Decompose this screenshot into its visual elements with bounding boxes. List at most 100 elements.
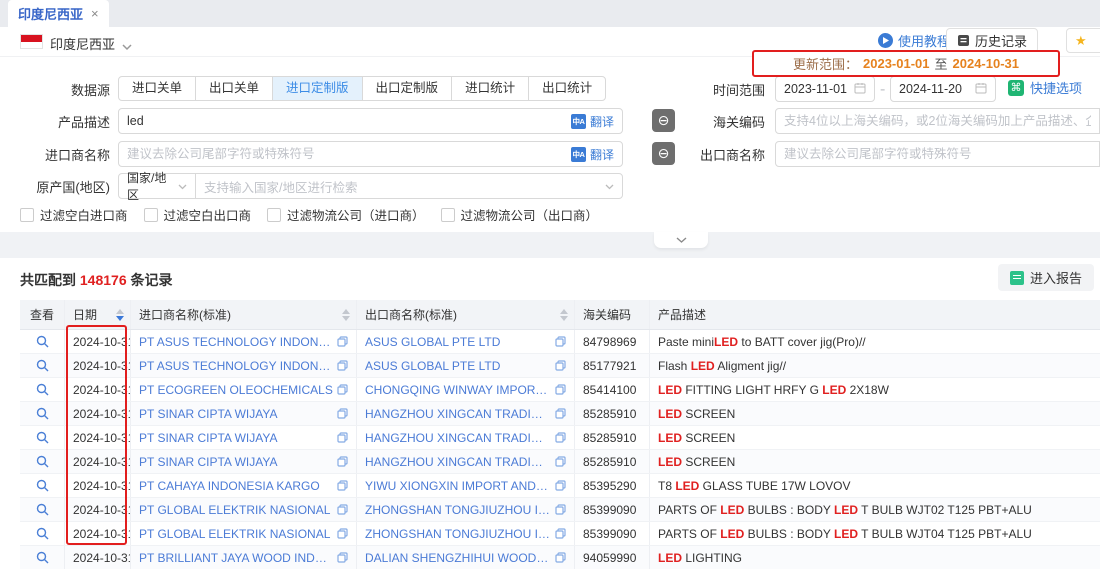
exporter-link[interactable]: DALIAN SHENGZHIHUI WOOD INDUST... bbox=[365, 551, 551, 565]
copy-icon[interactable] bbox=[555, 552, 566, 563]
sort-control[interactable] bbox=[116, 309, 124, 321]
table-row: 2024-10-31PT GLOBAL ELEKTRIK NASIONALZHO… bbox=[20, 498, 1100, 522]
exporter-link[interactable]: ASUS GLOBAL PTE LTD bbox=[365, 335, 551, 349]
copy-icon[interactable] bbox=[337, 456, 348, 467]
copy-icon[interactable] bbox=[555, 504, 566, 515]
view-record-button[interactable] bbox=[36, 455, 49, 468]
copy-icon[interactable] bbox=[337, 384, 348, 395]
copy-icon[interactable] bbox=[337, 504, 348, 515]
copy-icon[interactable] bbox=[555, 528, 566, 539]
close-icon[interactable]: × bbox=[91, 6, 99, 21]
col-header-exporter[interactable]: 出口商名称(标准) bbox=[357, 300, 575, 329]
importer-link[interactable]: PT SINAR CIPTA WIJAYA bbox=[139, 455, 333, 469]
exporter-link[interactable]: HANGZHOU XINGCAN TRADING CO LTD bbox=[365, 431, 551, 445]
checkbox-icon[interactable] bbox=[441, 208, 455, 222]
view-record-button[interactable] bbox=[36, 335, 49, 348]
tab-export-custom[interactable]: 出口定制版 bbox=[362, 76, 453, 101]
tutorial-link[interactable]: 使用教程 bbox=[878, 31, 950, 50]
view-record-button[interactable] bbox=[36, 431, 49, 444]
translate-button[interactable]: 中A 翻译 bbox=[571, 113, 614, 130]
importer-link[interactable]: PT GLOBAL ELEKTRIK NASIONAL bbox=[139, 527, 333, 541]
exporter-link[interactable]: HANGZHOU XINGCAN TRADING CO LTD bbox=[365, 455, 551, 469]
copy-icon[interactable] bbox=[337, 360, 348, 371]
origin-type-select[interactable]: 国家/地区 bbox=[118, 173, 196, 199]
checkbox-icon[interactable] bbox=[267, 208, 281, 222]
importer-link[interactable]: PT ASUS TECHNOLOGY INDONESIA BA... bbox=[139, 335, 333, 349]
copy-icon[interactable] bbox=[555, 408, 566, 419]
col-header-importer[interactable]: 进口商名称(标准) bbox=[131, 300, 357, 329]
copy-icon[interactable] bbox=[555, 360, 566, 371]
view-record-button[interactable] bbox=[36, 359, 49, 372]
checkbox-filter-logistics-exporter[interactable]: 过滤物流公司（出口商） bbox=[441, 205, 599, 224]
origin-select-value: 国家/地区 bbox=[127, 169, 178, 203]
table-row: 2024-10-31PT CAHAYA INDONESIA KARGOYIWU … bbox=[20, 474, 1100, 498]
checkbox-filter-blank-exporter[interactable]: 过滤空白出口商 bbox=[144, 205, 252, 224]
quick-options-link[interactable]: ⌘ 快捷选项 bbox=[1008, 78, 1082, 97]
exporter-link[interactable]: ASUS GLOBAL PTE LTD bbox=[365, 359, 551, 373]
copy-icon[interactable] bbox=[337, 480, 348, 491]
product-desc-value: led bbox=[127, 114, 144, 128]
tab-indonesia[interactable]: 印度尼西亚 × bbox=[8, 0, 109, 27]
view-record-button[interactable] bbox=[36, 503, 49, 516]
exporter-link[interactable]: ZHONGSHAN TONGJIUZHOU INTERNA... bbox=[365, 527, 551, 541]
view-record-button[interactable] bbox=[36, 479, 49, 492]
hscode-cell: 85285910 bbox=[575, 426, 650, 449]
tab-export-declaration[interactable]: 出口关单 bbox=[195, 76, 273, 101]
view-record-button[interactable] bbox=[36, 551, 49, 564]
history-button[interactable]: 历史记录 bbox=[946, 28, 1038, 53]
tab-import-custom[interactable]: 进口定制版 bbox=[272, 76, 363, 101]
chevron-down-icon[interactable] bbox=[122, 38, 132, 56]
checkbox-filter-logistics-importer[interactable]: 过滤物流公司（进口商） bbox=[267, 205, 425, 224]
copy-icon[interactable] bbox=[337, 528, 348, 539]
importer-input[interactable] bbox=[127, 147, 547, 161]
copy-icon[interactable] bbox=[555, 432, 566, 443]
copy-icon[interactable] bbox=[555, 480, 566, 491]
importer-link[interactable]: PT ECOGREEN OLEOCHEMICALS bbox=[139, 383, 333, 397]
tab-import-statistics[interactable]: 进口统计 bbox=[451, 76, 529, 101]
importer-input-wrap: 中A 翻译 bbox=[118, 141, 623, 167]
copy-icon[interactable] bbox=[555, 336, 566, 347]
date-from-input[interactable]: 2023-11-01 bbox=[775, 76, 875, 102]
view-cell bbox=[20, 402, 65, 425]
copy-icon[interactable] bbox=[337, 408, 348, 419]
favorite-button[interactable]: ★ bbox=[1066, 28, 1100, 53]
exporter-link[interactable]: ZHONGSHAN TONGJIUZHOU INTERNA... bbox=[365, 503, 551, 517]
exporter-link[interactable]: CHONGQING WINWAY IMPORT AND E... bbox=[365, 383, 551, 397]
exporter-link[interactable]: YIWU XIONGXIN IMPORT AND EXPORT... bbox=[365, 479, 551, 493]
view-record-button[interactable] bbox=[36, 527, 49, 540]
hscode-cell: 94059990 bbox=[575, 546, 650, 569]
collapse-form-handle[interactable] bbox=[654, 232, 708, 248]
checkbox-icon[interactable] bbox=[144, 208, 158, 222]
importer-link[interactable]: PT SINAR CIPTA WIJAYA bbox=[139, 407, 333, 421]
translate-button[interactable]: 中A 翻译 bbox=[571, 146, 614, 163]
copy-icon[interactable] bbox=[555, 456, 566, 467]
sort-control[interactable] bbox=[560, 309, 568, 321]
copy-icon[interactable] bbox=[337, 552, 348, 563]
origin-country-label: 原产国(地区) bbox=[10, 177, 110, 196]
view-record-button[interactable] bbox=[36, 383, 49, 396]
col-header-date[interactable]: 日期 bbox=[65, 300, 131, 329]
copy-icon[interactable] bbox=[337, 432, 348, 443]
importer-link[interactable]: PT ASUS TECHNOLOGY INDONESIA BA... bbox=[139, 359, 333, 373]
exporter-link[interactable]: HANGZHOU XINGCAN TRADING CO LTD bbox=[365, 407, 551, 421]
importer-link[interactable]: PT GLOBAL ELEKTRIK NASIONAL bbox=[139, 503, 333, 517]
product-desc-input[interactable]: led 中A 翻译 bbox=[118, 108, 623, 134]
exporter-input[interactable] bbox=[784, 147, 1091, 161]
importer-link[interactable]: PT BRILLIANT JAYA WOOD INDUSTRY bbox=[139, 551, 333, 565]
checkbox-icon[interactable] bbox=[20, 208, 34, 222]
hscode-input[interactable] bbox=[784, 114, 1091, 128]
date-to-input[interactable]: 2024-11-20 bbox=[890, 76, 996, 102]
enter-report-button[interactable]: 进入报告 bbox=[998, 264, 1094, 291]
translate-label: 翻译 bbox=[590, 113, 614, 130]
copy-icon[interactable] bbox=[337, 336, 348, 347]
tab-import-declaration[interactable]: 进口关单 bbox=[118, 76, 196, 101]
origin-search-select[interactable]: 支持输入国家/地区进行检索 bbox=[195, 173, 623, 199]
copy-icon[interactable] bbox=[555, 384, 566, 395]
view-record-button[interactable] bbox=[36, 407, 49, 420]
importer-link[interactable]: PT SINAR CIPTA WIJAYA bbox=[139, 431, 333, 445]
tab-export-statistics[interactable]: 出口统计 bbox=[528, 76, 606, 101]
sort-control[interactable] bbox=[342, 309, 350, 321]
importer-link[interactable]: PT CAHAYA INDONESIA KARGO bbox=[139, 479, 333, 493]
checkbox-filter-blank-importer[interactable]: 过滤空白进口商 bbox=[20, 205, 128, 224]
product-desc-cell: LED SCREEN bbox=[650, 450, 1100, 473]
